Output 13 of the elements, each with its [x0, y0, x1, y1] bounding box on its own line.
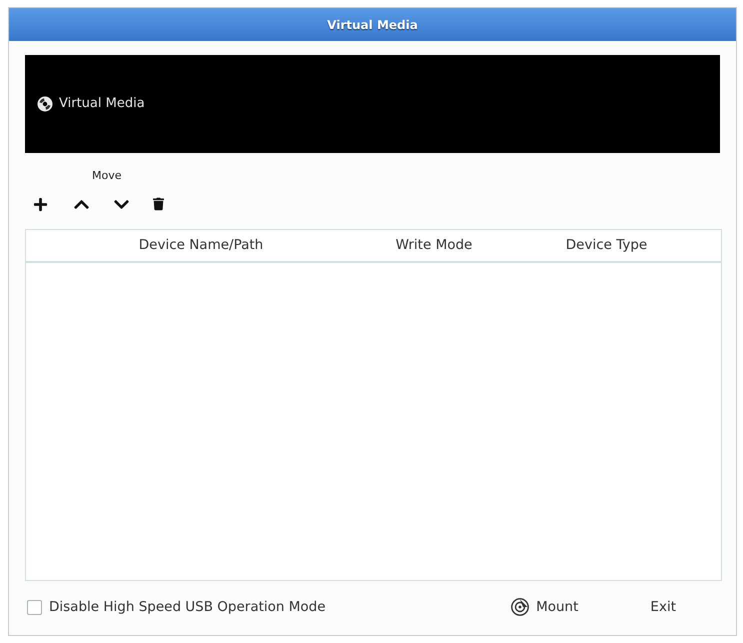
column-header[interactable]: Write Mode — [396, 235, 472, 256]
trash-icon — [153, 197, 164, 211]
move-label: Move — [92, 169, 122, 182]
column-header[interactable]: Device Name/Path — [138, 235, 264, 256]
disc-icon — [37, 96, 53, 112]
mount-button[interactable]: Mount — [511, 596, 578, 618]
column-header[interactable]: Device Type — [566, 235, 648, 256]
window-title: Virtual Media — [9, 8, 736, 41]
exit-button[interactable]: Exit — [650, 596, 676, 618]
checkbox[interactable] — [27, 600, 42, 614]
option-label: Disable High Speed USB Operation Mode — [49, 598, 326, 617]
banner-title: Virtual Media — [59, 95, 145, 114]
plus-icon — [33, 196, 48, 212]
